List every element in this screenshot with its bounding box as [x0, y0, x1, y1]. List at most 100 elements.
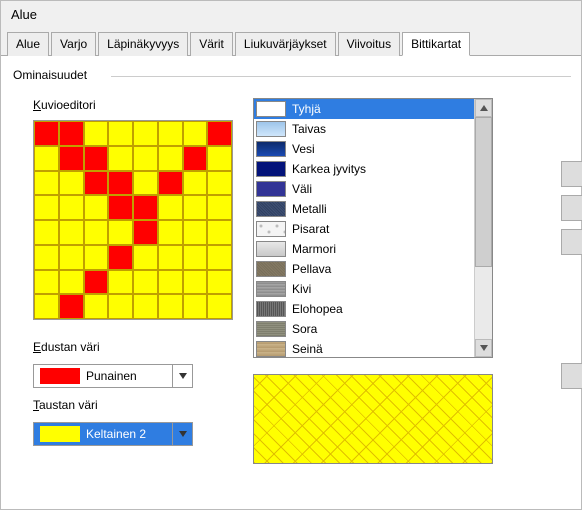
- grid-cell[interactable]: [84, 195, 109, 220]
- grid-cell[interactable]: [183, 121, 208, 146]
- grid-cell[interactable]: [84, 121, 109, 146]
- grid-cell[interactable]: [207, 171, 232, 196]
- grid-cell[interactable]: [108, 270, 133, 295]
- background-color-picker[interactable]: Keltainen 2: [33, 422, 193, 446]
- grid-cell[interactable]: [158, 171, 183, 196]
- foreground-color-picker[interactable]: Punainen: [33, 364, 193, 388]
- dropdown-arrow-icon[interactable]: [172, 423, 192, 445]
- grid-cell[interactable]: [59, 270, 84, 295]
- grid-cell[interactable]: [84, 220, 109, 245]
- bitmap-thumbnail: [256, 101, 286, 117]
- tab-liukuvärjäykset[interactable]: Liukuvärjäykset: [235, 32, 336, 56]
- grid-cell[interactable]: [59, 171, 84, 196]
- grid-cell[interactable]: [158, 294, 183, 319]
- grid-cell[interactable]: [59, 294, 84, 319]
- grid-cell[interactable]: [158, 195, 183, 220]
- list-item[interactable]: Pellava: [254, 259, 474, 279]
- grid-cell[interactable]: [59, 245, 84, 270]
- grid-cell[interactable]: [59, 220, 84, 245]
- grid-cell[interactable]: [133, 146, 158, 171]
- side-button-2[interactable]: [561, 195, 582, 221]
- grid-cell[interactable]: [34, 146, 59, 171]
- grid-cell[interactable]: [183, 146, 208, 171]
- bitmap-listbox[interactable]: TyhjäTaivasVesiKarkea jyvitysVäliMetalli…: [253, 98, 493, 358]
- list-item[interactable]: Karkea jyvitys: [254, 159, 474, 179]
- grid-cell[interactable]: [84, 270, 109, 295]
- tab-värit[interactable]: Värit: [190, 32, 233, 56]
- grid-cell[interactable]: [207, 245, 232, 270]
- grid-cell[interactable]: [108, 294, 133, 319]
- grid-cell[interactable]: [207, 270, 232, 295]
- list-item[interactable]: Sora: [254, 319, 474, 339]
- list-item[interactable]: Tyhjä: [254, 99, 474, 119]
- grid-cell[interactable]: [133, 121, 158, 146]
- grid-cell[interactable]: [34, 245, 59, 270]
- grid-cell[interactable]: [108, 121, 133, 146]
- grid-cell[interactable]: [108, 171, 133, 196]
- tab-läpinäkyvyys[interactable]: Läpinäkyvyys: [98, 32, 188, 56]
- grid-cell[interactable]: [108, 146, 133, 171]
- grid-cell[interactable]: [59, 195, 84, 220]
- grid-cell[interactable]: [158, 220, 183, 245]
- grid-cell[interactable]: [34, 220, 59, 245]
- grid-cell[interactable]: [34, 195, 59, 220]
- tab-varjo[interactable]: Varjo: [51, 32, 96, 56]
- grid-cell[interactable]: [183, 220, 208, 245]
- scroll-down-button[interactable]: [475, 339, 492, 357]
- bitmap-thumbnail: [256, 341, 286, 357]
- grid-cell[interactable]: [183, 270, 208, 295]
- grid-cell[interactable]: [183, 195, 208, 220]
- grid-cell[interactable]: [84, 171, 109, 196]
- grid-cell[interactable]: [34, 121, 59, 146]
- list-item[interactable]: Väli: [254, 179, 474, 199]
- grid-cell[interactable]: [133, 171, 158, 196]
- tab-bittikartat[interactable]: Bittikartat: [402, 32, 470, 56]
- tab-alue[interactable]: Alue: [7, 32, 49, 56]
- grid-cell[interactable]: [59, 146, 84, 171]
- grid-cell[interactable]: [84, 294, 109, 319]
- grid-cell[interactable]: [108, 195, 133, 220]
- grid-cell[interactable]: [108, 220, 133, 245]
- grid-cell[interactable]: [158, 270, 183, 295]
- grid-cell[interactable]: [59, 121, 84, 146]
- scroll-thumb[interactable]: [475, 117, 492, 267]
- scroll-up-button[interactable]: [475, 99, 492, 117]
- grid-cell[interactable]: [108, 245, 133, 270]
- grid-cell[interactable]: [133, 245, 158, 270]
- grid-cell[interactable]: [34, 294, 59, 319]
- grid-cell[interactable]: [207, 195, 232, 220]
- grid-cell[interactable]: [207, 146, 232, 171]
- dropdown-arrow-icon[interactable]: [172, 365, 192, 387]
- tab-viivoitus[interactable]: Viivoitus: [338, 32, 400, 56]
- grid-cell[interactable]: [133, 294, 158, 319]
- grid-cell[interactable]: [133, 195, 158, 220]
- grid-cell[interactable]: [34, 270, 59, 295]
- grid-cell[interactable]: [207, 220, 232, 245]
- grid-cell[interactable]: [183, 245, 208, 270]
- list-item[interactable]: Vesi: [254, 139, 474, 159]
- list-item[interactable]: Taivas: [254, 119, 474, 139]
- side-button-1[interactable]: [561, 161, 582, 187]
- pattern-editor-grid[interactable]: [33, 120, 233, 320]
- grid-cell[interactable]: [133, 220, 158, 245]
- grid-cell[interactable]: [133, 270, 158, 295]
- list-item[interactable]: Elohopea: [254, 299, 474, 319]
- grid-cell[interactable]: [158, 121, 183, 146]
- grid-cell[interactable]: [84, 146, 109, 171]
- grid-cell[interactable]: [183, 171, 208, 196]
- list-item[interactable]: Metalli: [254, 199, 474, 219]
- grid-cell[interactable]: [158, 245, 183, 270]
- grid-cell[interactable]: [207, 294, 232, 319]
- grid-cell[interactable]: [158, 146, 183, 171]
- scrollbar[interactable]: [474, 99, 492, 357]
- side-button-3[interactable]: [561, 229, 582, 255]
- list-item[interactable]: Pisarat: [254, 219, 474, 239]
- list-item[interactable]: Kivi: [254, 279, 474, 299]
- grid-cell[interactable]: [183, 294, 208, 319]
- side-button-4[interactable]: [561, 363, 582, 389]
- list-item[interactable]: Marmori: [254, 239, 474, 259]
- list-item[interactable]: Seinä: [254, 339, 474, 357]
- grid-cell[interactable]: [207, 121, 232, 146]
- grid-cell[interactable]: [84, 245, 109, 270]
- grid-cell[interactable]: [34, 171, 59, 196]
